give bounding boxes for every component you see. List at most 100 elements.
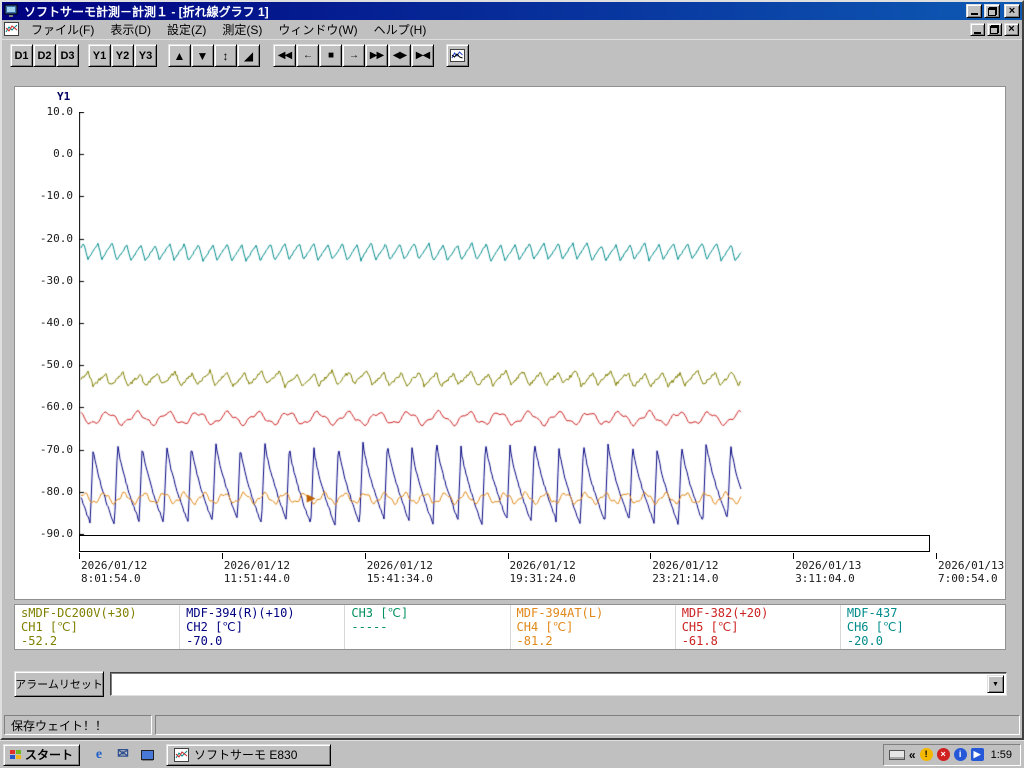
x-axis-tick-label: 2026/01/12 11:51:44.0: [223, 559, 291, 585]
x-axis-tick-label: 2026/01/12 23:21:14.0: [652, 559, 719, 585]
menu-window[interactable]: ウィンドウ(W): [270, 19, 365, 41]
show-desktop-icon[interactable]: [136, 744, 158, 766]
internet-explorer-icon[interactable]: e: [88, 744, 110, 766]
restore-button[interactable]: [984, 4, 1000, 18]
title-bar: ソフトサーモ計測－計測１ - [折れ線グラフ 1] ×: [2, 2, 1022, 20]
d3-button[interactable]: D3: [56, 44, 79, 67]
mdi-minimize-button[interactable]: [970, 23, 985, 36]
security-alert-icon[interactable]: ×: [936, 748, 950, 761]
status-message: 保存ウェイト！！: [4, 715, 152, 735]
time-range-indicator[interactable]: [79, 535, 930, 552]
step-forward-button[interactable]: →: [342, 44, 365, 67]
keyboard-icon[interactable]: [888, 749, 905, 760]
y-axis-tick-label: -30.0: [39, 273, 73, 287]
media-player-icon[interactable]: ▶: [970, 748, 984, 761]
mini-graph-icon: [450, 49, 465, 62]
y1-button[interactable]: Y1: [88, 44, 111, 67]
legend-channel-ch4: MDF-394AT(L) CH4 [℃] -81.2: [511, 605, 676, 649]
menu-measure[interactable]: 測定(S): [214, 19, 270, 41]
windows-flag-icon: [10, 750, 21, 759]
y-axis-tick-label: 10.0: [46, 105, 74, 118]
menu-file[interactable]: ファイル(F): [23, 19, 102, 41]
x-axis-tick-mark: [364, 553, 366, 559]
task-label: ソフトサーモ E830: [194, 748, 298, 762]
legend-channel-ch3: CH3 [℃] -----: [345, 605, 511, 649]
d1-button[interactable]: D1: [10, 44, 33, 67]
taskbar-app-icon: [174, 747, 190, 762]
zoom-out-time-button[interactable]: ◀▶: [388, 44, 411, 67]
mdi-minimize-icon: [974, 31, 981, 34]
d2-button[interactable]: D2: [33, 44, 56, 67]
system-tray: «! × i ▶ 1:59: [882, 743, 1021, 766]
alarm-combobox[interactable]: ▼: [110, 672, 1007, 696]
auto-scale-button[interactable]: ◢: [237, 44, 260, 67]
y2-button[interactable]: Y2: [111, 44, 134, 67]
hide-notification-icons-button[interactable]: «: [909, 748, 916, 762]
minimize-icon: [970, 13, 978, 15]
restore-icon: [987, 6, 997, 16]
menu-items: ファイル(F) 表示(D) 設定(Z) 測定(S) ウィンドウ(W) ヘルプ(H): [23, 19, 434, 41]
zoom-in-time-button[interactable]: ▶◀: [411, 44, 434, 67]
chevron-down-icon: ▼: [992, 680, 999, 688]
y-axis-tick-label: -60.0: [39, 400, 73, 414]
x-axis-tick-mark: [221, 553, 223, 559]
mdi-close-button[interactable]: ×: [1004, 23, 1019, 36]
status-spacer: [155, 715, 1020, 735]
window-title: ソフトサーモ計測－計測１ - [折れ線グラフ 1]: [24, 4, 269, 19]
legend-channel-ch6: MDF-437 CH6 [℃] -20.0: [846, 606, 904, 648]
close-button[interactable]: ×: [1004, 4, 1020, 18]
y-axis-tick-label: -50.0: [39, 358, 73, 372]
start-label: スタート: [25, 748, 74, 762]
step-back-button[interactable]: ←: [296, 44, 319, 67]
combo-dropdown-button[interactable]: ▼: [987, 675, 1004, 693]
tray-icons: «! × i ▶: [888, 748, 984, 762]
clock[interactable]: 1:59: [991, 749, 1012, 761]
menu-bar: ファイル(F) 表示(D) 設定(Z) 測定(S) ウィンドウ(W) ヘルプ(H) ×: [2, 20, 1022, 39]
mail-icon[interactable]: ✉: [112, 744, 134, 766]
y-axis-tick-label: -90.0: [39, 527, 73, 540]
rewind-button[interactable]: ◀◀: [273, 44, 296, 67]
playback-button-group: ◀◀ ← ■ → ▶▶ ◀▶ ▶◀: [273, 44, 434, 67]
quick-launch: e ✉: [88, 744, 158, 766]
x-axis-tick-mark: [793, 553, 795, 559]
mdi-restore-button[interactable]: [987, 23, 1002, 36]
x-axis-tick-label: 2026/01/12 8:01:54.0: [81, 559, 148, 585]
information-icon[interactable]: i: [953, 748, 967, 761]
fast-forward-button[interactable]: ▶▶: [365, 44, 388, 67]
y-axis-tick-label: -20.0: [39, 231, 73, 245]
x-axis-tick-label: 2026/01/12 19:31:24.0: [509, 559, 576, 585]
menu-view[interactable]: 表示(D): [102, 19, 159, 41]
menu-help[interactable]: ヘルプ(H): [366, 19, 435, 41]
nav-button-group: ▲ ▼ ↕ ◢: [168, 44, 260, 67]
chart-panel: Y1 10.0 0.0 -10.0 -20.0 -30.0 -40.0 -50.0 -60.0…: [14, 86, 1006, 600]
x-axis-tick-label: 2026/01/13 7:00:54.0: [938, 559, 1005, 585]
graph-display-button[interactable]: [446, 44, 469, 67]
stop-button[interactable]: ■: [319, 44, 342, 67]
menu-settings[interactable]: 設定(Z): [159, 19, 214, 41]
x-axis-tick-mark: [79, 553, 80, 559]
legend-panel: sMDF-DC200V(+30) CH1 [℃] -52.2 MDF-394(R)(+…: [14, 604, 1006, 650]
expand-vertical-button[interactable]: ↕: [214, 44, 237, 67]
start-button[interactable]: スタート: [3, 743, 81, 766]
chart-canvas[interactable]: [79, 112, 937, 535]
y-button-group: Y1 Y2 Y3: [88, 44, 157, 67]
toolbar: D1 D2 D3 Y1 Y2 Y3 ▲ ▼ ↕ ◢ ◀◀ ← ■ → ▶▶ ◀▶ ▶◀: [2, 39, 1022, 70]
status-bar: 保存ウェイト！！: [2, 713, 1022, 737]
y-axis-tick-label: -40.0: [39, 316, 73, 329]
scroll-up-button[interactable]: ▲: [168, 44, 191, 67]
update-alert-icon[interactable]: !: [919, 748, 933, 761]
legend-channel-ch5: MDF-382(+20) CH5 [℃] -61.8: [676, 605, 841, 649]
y-axis-label: Y1: [57, 90, 71, 103]
x-axis-tick-mark: [507, 553, 509, 559]
minimize-button[interactable]: [966, 4, 982, 18]
line-graph-window-icon[interactable]: [4, 22, 20, 37]
mdi-close-icon: ×: [1008, 23, 1015, 35]
app-icon: [4, 4, 20, 18]
taskbar-task-button[interactable]: ソフトサーモ E830: [166, 743, 332, 766]
d-button-group: D1 D2 D3: [10, 44, 79, 67]
alarm-reset-button[interactable]: アラームリセット: [14, 671, 104, 697]
scroll-down-button[interactable]: ▼: [191, 44, 214, 67]
close-icon: ×: [1008, 4, 1016, 17]
y3-button[interactable]: Y3: [134, 44, 157, 67]
x-axis-tick-mark: [936, 553, 937, 559]
